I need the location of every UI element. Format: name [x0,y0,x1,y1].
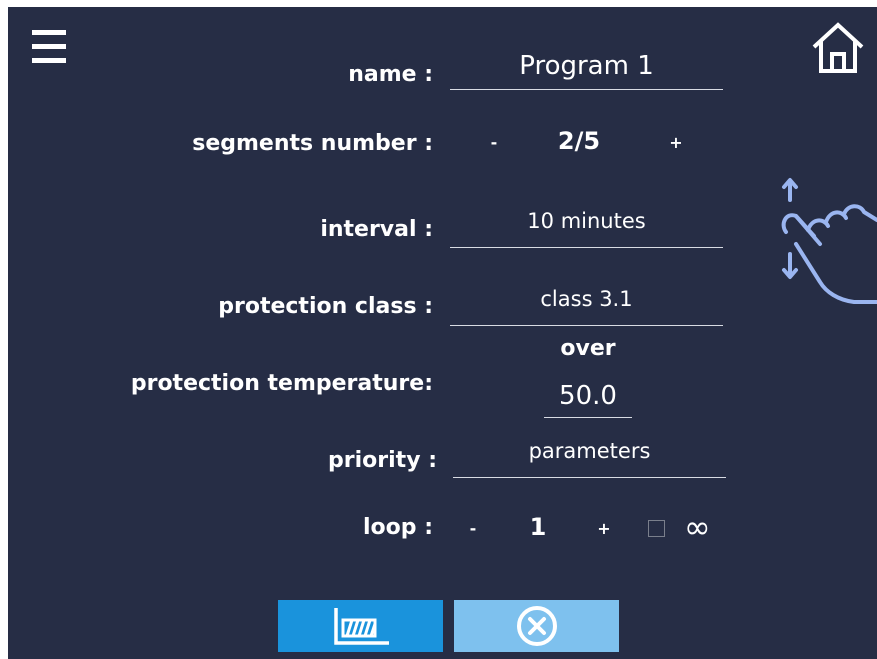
priority-label: priority : [328,448,437,473]
swipe-hand-icon [781,178,877,304]
hamburger-menu-icon [32,30,66,63]
segments-decrement-button[interactable]: - [482,133,506,152]
name-field[interactable]: Program 1 [450,49,723,90]
chart-button[interactable] [278,600,443,652]
priority-field[interactable]: parameters [453,435,726,478]
protection-temperature-field[interactable]: 50.0 [544,377,632,418]
scroll-hint [776,172,877,307]
infinity-icon: ∞ [684,508,711,546]
loop-decrement-button[interactable]: - [461,519,485,538]
loop-value: 1 [529,513,547,541]
interval-label: interval : [320,217,433,242]
protection-class-field[interactable]: class 3.1 [450,283,723,326]
loop-label: loop : [363,515,433,540]
protection-temperature-label: protection temperature: [130,371,433,396]
menu-button[interactable] [28,25,70,69]
segments-increment-button[interactable]: + [664,133,688,152]
protection-class-label: protection class : [218,294,433,319]
program-settings-screen: name : Program 1 segments number : - 2/5… [8,7,877,659]
bar-chart-icon [333,608,389,645]
close-circle-icon [516,606,557,646]
cancel-button[interactable] [454,600,619,652]
loop-increment-button[interactable]: + [592,519,616,538]
name-label: name : [348,62,433,87]
segments-number-label: segments number : [192,131,433,156]
interval-field[interactable]: 10 minutes [450,205,723,248]
home-button[interactable] [809,21,867,75]
home-icon [812,22,864,73]
protection-temperature-mode[interactable]: over [538,336,638,361]
segments-number-value: 2/5 [557,127,601,155]
loop-infinite-checkbox[interactable] [648,520,665,537]
